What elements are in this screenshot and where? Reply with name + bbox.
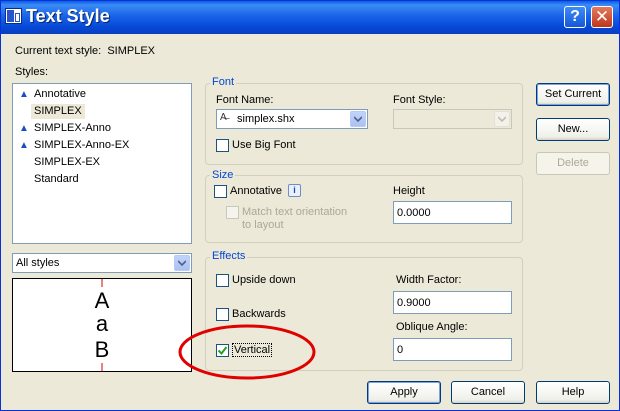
- cancel-button[interactable]: Cancel: [451, 381, 525, 404]
- height-label: Height: [393, 185, 425, 197]
- delete-button[interactable]: Delete: [536, 152, 610, 175]
- width-factor-input[interactable]: 0.9000: [393, 291, 512, 314]
- match-orientation-label: Match text orientation to layout: [242, 206, 348, 231]
- set-current-button[interactable]: Set Current: [536, 83, 610, 106]
- style-item-simplex-anno-ex[interactable]: ▲ SIMPLEX-Anno-EX: [19, 138, 132, 153]
- preview-char: a: [96, 311, 109, 336]
- annotative-checkbox[interactable]: [214, 185, 227, 198]
- style-item-simplex-ex[interactable]: SIMPLEX-EX: [19, 155, 103, 170]
- oblique-angle-label: Oblique Angle:: [396, 321, 468, 333]
- chevron-down-icon: [494, 111, 510, 127]
- app-icon: [5, 8, 22, 24]
- style-item-simplex[interactable]: SIMPLEX: [19, 104, 85, 119]
- preview-char: A: [95, 288, 110, 313]
- info-icon[interactable]: i: [288, 184, 301, 197]
- styles-filter-dropdown[interactable]: All styles: [12, 253, 192, 273]
- new-button[interactable]: New...: [536, 118, 610, 141]
- style-item-simplex-anno[interactable]: ▲ SIMPLEX-Anno: [19, 121, 114, 136]
- preview-char: B: [95, 337, 110, 362]
- annotative-icon: ▲: [19, 123, 29, 134]
- backwards-checkbox[interactable]: [216, 308, 229, 321]
- font-name-dropdown[interactable]: A̶ simplex.shx: [216, 109, 368, 129]
- help-icon[interactable]: ?: [564, 6, 586, 28]
- annotation-ellipse: [178, 324, 316, 380]
- current-style-label: Current text style: SIMPLEX: [15, 45, 156, 57]
- font-style-label: Font Style:: [393, 94, 446, 106]
- apply-button[interactable]: Apply: [367, 381, 441, 404]
- backwards-label: Backwards: [232, 308, 286, 320]
- font-style-dropdown[interactable]: [393, 109, 512, 129]
- size-group-label: Size: [210, 169, 236, 181]
- use-big-font-label: Use Big Font: [232, 139, 296, 151]
- font-group-label: Font: [210, 76, 237, 88]
- styles-list[interactable]: ▲ Annotative SIMPLEX ▲ SIMPLEX-Anno ▲ SIMPL…: [12, 83, 192, 244]
- help-button[interactable]: Help: [536, 381, 610, 404]
- height-input[interactable]: 0.0000: [393, 201, 512, 224]
- current-style-value: SIMPLEX: [107, 45, 156, 57]
- style-item-annotative[interactable]: ▲ Annotative: [19, 87, 89, 102]
- shx-font-icon: A̶: [220, 112, 227, 123]
- upside-down-checkbox[interactable]: [216, 274, 229, 287]
- font-name-label: Font Name:: [216, 94, 274, 106]
- width-factor-label: Width Factor:: [396, 274, 462, 286]
- oblique-angle-input[interactable]: 0: [393, 338, 512, 361]
- dialog-title: Text Style: [26, 6, 110, 26]
- style-item-standard[interactable]: Standard: [19, 172, 82, 187]
- close-icon[interactable]: ✕: [591, 6, 613, 28]
- text-preview: A a B: [12, 278, 192, 372]
- annotative-label: Annotative: [230, 185, 282, 197]
- upside-down-label: Upside down: [232, 274, 296, 286]
- match-orientation-checkbox[interactable]: [226, 206, 239, 219]
- chevron-down-icon[interactable]: [174, 255, 190, 271]
- text-style-dialog: Text Style ? ✕ Current text style: SIMPL…: [0, 0, 620, 411]
- annotative-icon: ▲: [19, 140, 29, 151]
- effects-group-label: Effects: [210, 250, 248, 262]
- styles-label: Styles:: [15, 66, 49, 78]
- use-big-font-checkbox[interactable]: [216, 139, 229, 152]
- chevron-down-icon[interactable]: [350, 111, 366, 127]
- title-bar[interactable]: Text Style ? ✕: [1, 1, 619, 34]
- annotative-icon: ▲: [19, 89, 29, 100]
